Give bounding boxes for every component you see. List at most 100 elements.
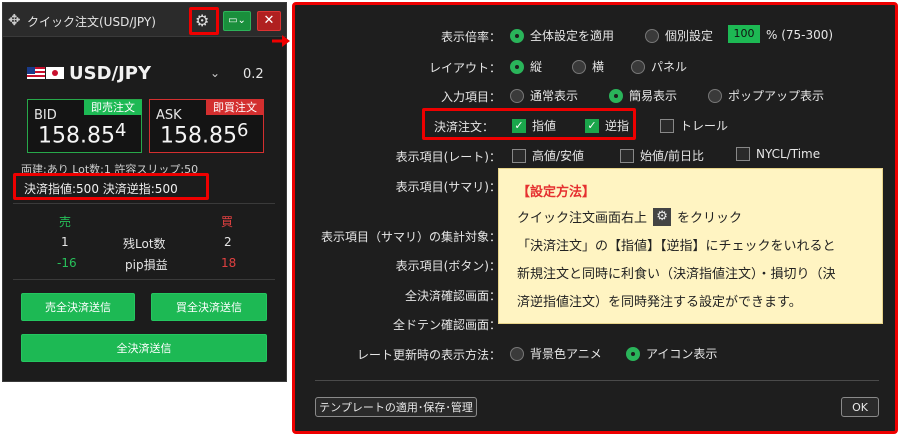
radio-dot-on	[510, 59, 524, 74]
template-manage-button[interactable]: テンプレートの適用･保存･管理	[315, 397, 477, 417]
checkbox-box	[660, 118, 674, 133]
bid-price-sup: 4	[114, 120, 127, 141]
confirm-doten-label: 全ドテン確認画面：	[392, 318, 501, 332]
checkbox-trail[interactable]: トレール	[660, 117, 728, 134]
radio-layout-horizontal[interactable]: 横	[572, 58, 604, 75]
lot-value[interactable]: 0.2	[243, 67, 264, 82]
ask-price-sup: 6	[236, 120, 249, 141]
summary-items-label: 表示項目(サマリ)：	[395, 180, 501, 194]
stop-text: 逆指	[605, 119, 630, 133]
checkbox-limit[interactable]: ✓ 指値	[512, 117, 556, 134]
radio-dot-on	[609, 88, 623, 103]
limit-text: 指値	[532, 119, 557, 133]
quick-order-titlebar[interactable]: ✥ クイック注文(USD/JPY) ⚙ ▭⌄ ✕	[3, 3, 286, 37]
radio-layout-vertical[interactable]: 縦	[510, 58, 542, 75]
divider	[13, 203, 275, 204]
buy-pips: 18	[221, 256, 237, 270]
bid-box[interactable]: BID 即売注文 158.854	[27, 99, 142, 153]
checkbox-nycl-time[interactable]: NYCL/Time	[736, 147, 820, 161]
ok-button[interactable]: OK	[841, 397, 879, 417]
check-mark-icon: ✓	[512, 118, 526, 133]
apply-global-text: 全体設定を適用	[530, 29, 615, 43]
note-line-1: クイック注文画面右上 ⚙ をクリック	[517, 207, 742, 226]
settle-info: 決済指値:500 決済逆指:500	[24, 182, 178, 196]
radio-dot-off	[510, 346, 524, 361]
radio-layout-panel[interactable]: パネル	[631, 58, 687, 75]
ask-price-main: 158.85	[160, 123, 237, 149]
radio-dot-off	[708, 88, 722, 103]
note-heading: 【設定方法】	[517, 185, 596, 200]
settle-order-label: 決済注文：	[433, 120, 494, 134]
divider	[13, 279, 275, 280]
radio-dot-off	[572, 59, 586, 74]
button-items-label: 表示項目(ボタン)：	[395, 259, 501, 273]
checkbox-box	[620, 148, 634, 163]
sell-header: 売	[59, 215, 72, 229]
buy-now-badge: 即買注文	[206, 100, 264, 115]
layout-vertical-text: 縦	[530, 60, 543, 74]
check-mark-icon: ✓	[585, 118, 599, 133]
all-settle-button[interactable]: 全決済送信	[21, 334, 267, 362]
radio-apply-global[interactable]: 全体設定を適用	[510, 27, 614, 44]
ask-price: 158.856	[160, 120, 248, 148]
radio-dot-on	[510, 28, 524, 43]
zoom-range-text: % (75-300)	[766, 28, 834, 42]
window-mode-button[interactable]: ▭⌄	[223, 11, 251, 31]
high-low-text: 高値/安値	[532, 149, 585, 163]
currency-pair[interactable]: USD/JPY	[69, 63, 151, 84]
input-simple-text: 簡易表示	[629, 89, 678, 103]
checkbox-box	[512, 148, 526, 163]
sell-pips: -16	[57, 256, 77, 270]
note-line-1a: クイック注文画面右上	[517, 211, 648, 226]
checkbox-stop[interactable]: ✓ 逆指	[585, 117, 629, 134]
layout-horizontal-text: 横	[592, 60, 605, 74]
arrow-right-icon	[272, 32, 290, 47]
summary-target-label: 表示項目（サマリ）の集計対象：	[320, 230, 501, 244]
gear-icon: ⚙	[653, 207, 672, 226]
display-ratio-label: 表示倍率：	[440, 30, 501, 44]
checkbox-open-prev[interactable]: 始値/前日比	[620, 147, 704, 164]
ask-box[interactable]: ASK 即買注文 158.856	[149, 99, 264, 153]
trail-text: トレール	[680, 119, 729, 133]
checkbox-box	[736, 147, 750, 161]
layout-panel-text: パネル	[651, 60, 688, 74]
gear-icon[interactable]: ⚙	[195, 11, 209, 30]
bid-price: 158.854	[38, 120, 126, 148]
radio-icon-display[interactable]: アイコン表示	[626, 345, 717, 362]
radio-input-normal[interactable]: 通常表示	[510, 87, 578, 104]
bid-price-main: 158.85	[38, 123, 115, 149]
chevron-down-icon[interactable]: ⌄	[210, 66, 220, 80]
layout-label: レイアウト：	[428, 61, 501, 75]
radio-input-simple[interactable]: 簡易表示	[609, 87, 677, 104]
radio-dot-off	[631, 59, 645, 74]
buy-lots: 2	[224, 235, 232, 249]
icon-display-text: アイコン表示	[646, 347, 718, 361]
radio-individual[interactable]: 個別設定	[645, 27, 713, 44]
individual-text: 個別設定	[665, 29, 714, 43]
checkbox-high-low[interactable]: 高値/安値	[512, 147, 584, 164]
radio-bg-animation[interactable]: 背景色アニメ	[510, 345, 602, 362]
note-line-1b: をクリック	[677, 211, 743, 226]
zoom-value-field[interactable]: 100	[728, 25, 760, 43]
us-flag-icon	[27, 67, 45, 79]
close-button[interactable]: ✕	[257, 11, 281, 31]
input-normal-text: 通常表示	[530, 89, 579, 103]
radio-dot-on	[626, 346, 640, 361]
sell-lots: 1	[61, 235, 69, 249]
sell-all-settle-button[interactable]: 売全決済送信	[21, 293, 135, 321]
buy-header: 買	[221, 215, 234, 229]
radio-dot-off	[510, 88, 524, 103]
rate-items-label: 表示項目(レート)：	[395, 150, 501, 164]
nycl-time-text: NYCL/Time	[756, 147, 821, 161]
pip-pl-label: pip損益	[125, 258, 168, 272]
open-prev-text: 始値/前日比	[640, 149, 705, 163]
bg-animation-text: 背景色アニメ	[530, 347, 602, 361]
remaining-lots-label: 残Lot数	[123, 237, 166, 251]
instruction-note: 【設定方法】 クイック注文画面右上 ⚙ をクリック 「決済注文」の【指値】【逆指…	[498, 168, 883, 324]
panel-title: クイック注文(USD/JPY)	[27, 15, 156, 29]
input-popup-text: ポップアップ表示	[728, 89, 825, 103]
buy-all-settle-button[interactable]: 買全決済送信	[151, 293, 267, 321]
move-icon[interactable]: ✥	[8, 11, 21, 29]
radio-input-popup[interactable]: ポップアップ表示	[708, 87, 824, 104]
quick-order-panel: ✥ クイック注文(USD/JPY) ⚙ ▭⌄ ✕ USD/JPY ⌄ 0.2 B…	[2, 2, 287, 382]
